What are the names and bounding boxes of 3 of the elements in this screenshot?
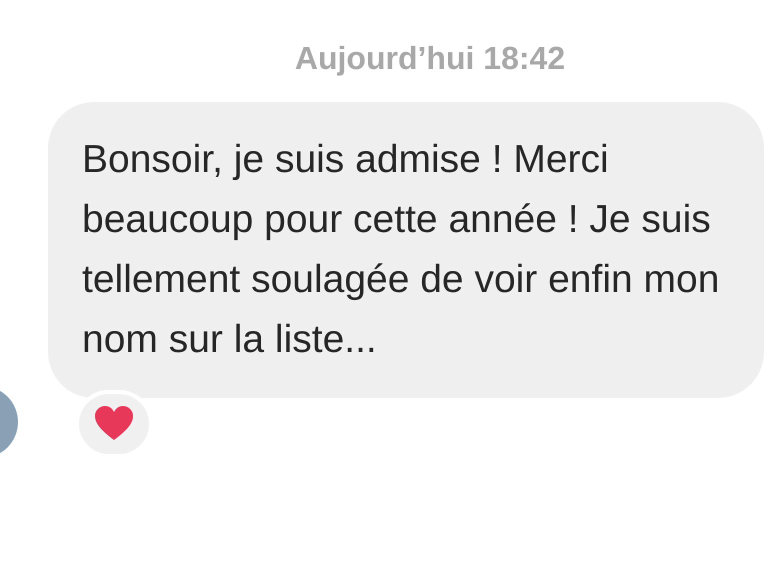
timestamp: Aujourd’hui 18:42 bbox=[294, 40, 566, 78]
message-bubble: Bonsoir, je suis admise ! Merci beaucoup pour cette année ! Je suis tellement soulagée de voir enfin mon nom sur la liste... bbox=[48, 102, 764, 398]
heart-icon bbox=[94, 406, 134, 442]
